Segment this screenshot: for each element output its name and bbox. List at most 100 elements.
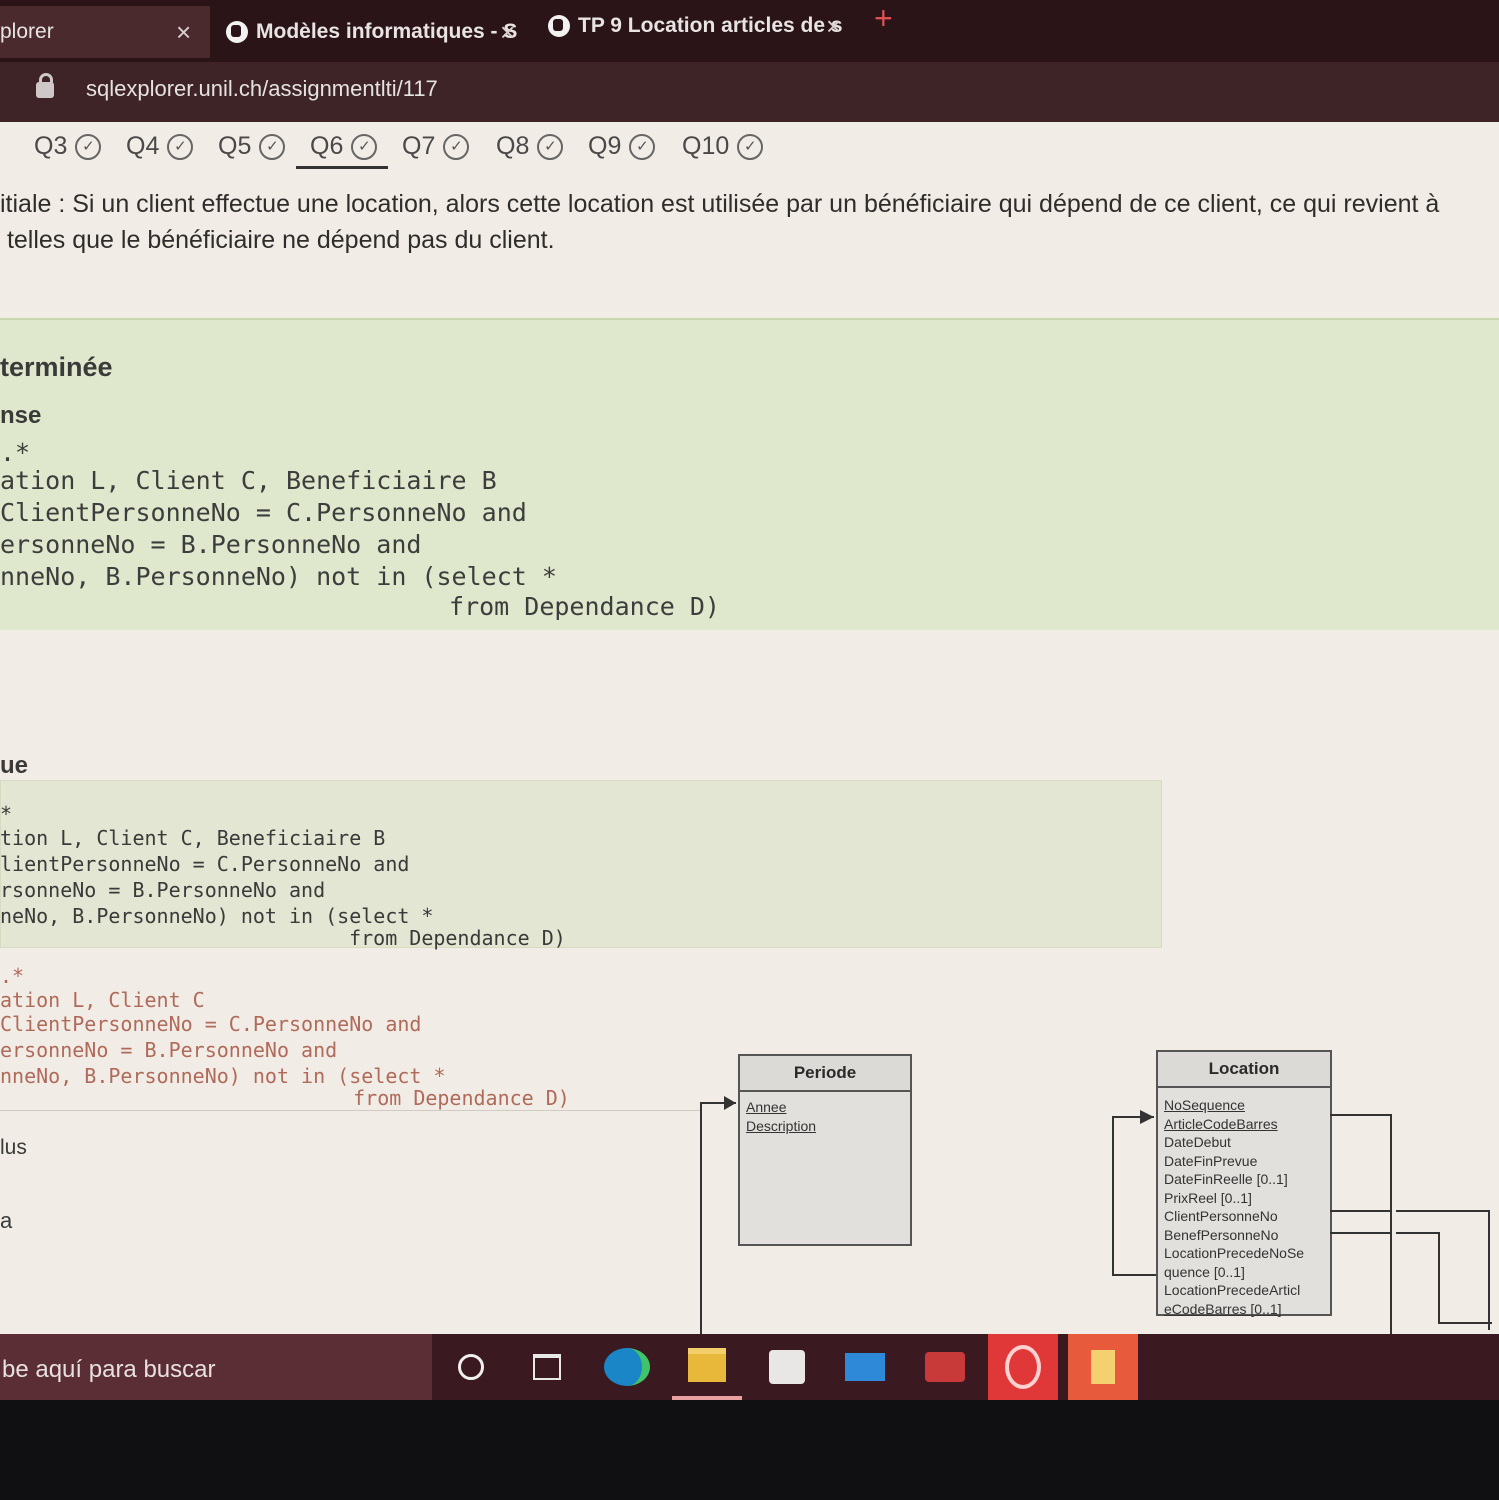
- app-pinned-icon[interactable]: [1068, 1334, 1138, 1400]
- check-icon: ✓: [537, 133, 564, 160]
- divider: [0, 1110, 700, 1111]
- uml-attribute: DateFinReelle [0..1]: [1164, 1171, 1288, 1187]
- check-icon: ✓: [737, 133, 764, 160]
- solution-line: rsonneNo = B.PersonneNo and: [0, 878, 326, 902]
- uml-attribute: Annee: [746, 1099, 787, 1115]
- question-navigation: Q3 ✓ Q4 ✓ Q5 ✓ Q6 ✓ Q7 ✓ Q8 ✓ Q9 ✓ Q10 ✓: [0, 126, 1499, 174]
- globe-icon: [226, 21, 248, 43]
- diff-line: ClientPersonneNo = C.PersonneNo and: [0, 1012, 422, 1036]
- uml-connector: [1488, 1210, 1490, 1330]
- tab-q6[interactable]: Q6 ✓: [310, 132, 378, 161]
- uml-class-title: Location: [1158, 1052, 1330, 1088]
- uml-connector: [1112, 1274, 1156, 1276]
- question-text: itiale : Si un client effectue une locat…: [0, 186, 1499, 258]
- uml-attribute: DateFinPrevue: [1164, 1152, 1258, 1169]
- check-icon: ✓: [75, 133, 102, 160]
- arrow-head-icon: [1140, 1110, 1154, 1124]
- uml-class-periode: Periode Annee Description: [738, 1054, 912, 1246]
- task-view-icon[interactable]: [512, 1334, 582, 1400]
- tab-q9[interactable]: Q9 ✓: [588, 132, 656, 161]
- uml-connector: [1396, 1210, 1490, 1212]
- uml-connector: [1438, 1232, 1440, 1324]
- uml-class-title: Periode: [740, 1056, 910, 1092]
- edge-icon[interactable]: [592, 1334, 662, 1400]
- tab-q3[interactable]: Q3 ✓: [34, 132, 102, 161]
- uml-class-location: Location NoSequence ArticleCodeBarres Da…: [1156, 1050, 1332, 1317]
- status-title: terminée: [0, 352, 113, 382]
- close-tab-icon[interactable]: ×: [176, 17, 191, 48]
- section-label: a: [0, 1208, 13, 1233]
- check-icon: ✓: [167, 133, 194, 160]
- solution-line: neNo, B.PersonneNo) not in (select *: [0, 904, 434, 928]
- uml-attribute: LocationPrecedeNoSe: [1164, 1245, 1305, 1261]
- solution-line: *: [0, 802, 13, 826]
- code-line: ation L, Client C, Beneficiaire B: [0, 466, 497, 495]
- uml-attribute: DateDebut: [1164, 1134, 1231, 1150]
- current-question-indicator: [296, 166, 388, 169]
- diff-line: ersonneNo = B.PersonneNo and: [0, 1038, 338, 1062]
- check-icon: ✓: [443, 133, 470, 160]
- code-line: ersonneNo = B.PersonneNo and: [0, 530, 422, 559]
- tab-sql-explorer[interactable]: plorer ×: [0, 6, 210, 58]
- uml-connector: [1390, 1114, 1392, 1334]
- mail-icon[interactable]: [830, 1334, 900, 1400]
- uml-attribute: NoSequence: [1164, 1097, 1245, 1113]
- arrow-head-icon: [724, 1096, 736, 1110]
- tab-label: Q4: [126, 132, 160, 160]
- url-field[interactable]: sqlexplorer.unil.ch/assignmentlti/117: [86, 76, 438, 102]
- uml-connector: [1438, 1322, 1492, 1324]
- opera-icon[interactable]: [988, 1334, 1058, 1400]
- uml-connector: [700, 1102, 702, 1334]
- globe-icon: [548, 15, 570, 37]
- close-tab-icon[interactable]: ×: [826, 11, 841, 42]
- answer-label: nse: [0, 402, 42, 429]
- uml-connector: [1112, 1116, 1114, 1276]
- tab-title: plorer: [0, 20, 54, 43]
- check-icon: ✓: [351, 133, 378, 160]
- code-line: nneNo, B.PersonneNo) not in (select *: [0, 562, 557, 591]
- uml-attribute: quence [0..1]: [1164, 1263, 1245, 1280]
- tab-q5[interactable]: Q5 ✓: [218, 132, 286, 161]
- file-explorer-icon[interactable]: [672, 1334, 742, 1400]
- tab-label: Q10: [682, 132, 730, 160]
- tab-label: Q5: [218, 132, 252, 160]
- question-line: telles que le bénéficiaire ne dépend pas…: [0, 226, 555, 254]
- tab-label: Q8: [496, 132, 530, 160]
- uml-attribute: ClientPersonneNo: [1164, 1208, 1278, 1224]
- tab-tp9-location[interactable]: TP 9 Location articles de s ×: [548, 0, 858, 52]
- tab-q10[interactable]: Q10 ✓: [682, 132, 764, 161]
- tab-label: Q3: [34, 132, 68, 160]
- tab-title: Modèles informatiques - S: [256, 20, 518, 43]
- tab-label: Q7: [402, 132, 436, 160]
- question-line: itiale : Si un client effectue une locat…: [0, 190, 1440, 218]
- uml-attribute: LocationPrecedeArticl: [1164, 1282, 1301, 1298]
- solution-line: from Dependance D): [36, 926, 566, 950]
- close-tab-icon[interactable]: ×: [500, 17, 515, 48]
- diff-line: from Dependance D): [28, 1086, 570, 1110]
- check-icon: ✓: [629, 133, 656, 160]
- tab-label: Q9: [588, 132, 622, 160]
- tab-q4[interactable]: Q4 ✓: [126, 132, 194, 161]
- uml-connector: [1330, 1232, 1392, 1234]
- code-line: from Dependance D): [148, 592, 720, 621]
- tab-modeles-informatiques[interactable]: Modèles informatiques - S ×: [226, 6, 526, 58]
- app-icon[interactable]: [910, 1334, 980, 1400]
- uml-attribute: eCodeBarres [0..1]: [1164, 1300, 1282, 1317]
- tab-q8[interactable]: Q8 ✓: [496, 132, 564, 161]
- code-line: .*: [0, 438, 31, 467]
- cortana-icon[interactable]: [436, 1334, 506, 1400]
- tab-label: Q6: [310, 132, 344, 160]
- screen-bezel: [0, 1400, 1499, 1500]
- diff-line: ation L, Client C: [0, 988, 205, 1012]
- diff-line: .*: [0, 964, 25, 988]
- store-icon[interactable]: [752, 1334, 822, 1400]
- uml-attribute: BenefPersonneNo: [1164, 1226, 1279, 1243]
- solution-label: ue: [0, 752, 29, 779]
- more-label: lus: [0, 1136, 27, 1159]
- uml-attribute: Description: [746, 1117, 817, 1134]
- tab-q7[interactable]: Q7 ✓: [402, 132, 470, 161]
- uml-attribute: PrixReel [0..1]: [1164, 1189, 1252, 1206]
- new-tab-button[interactable]: +: [874, 0, 893, 37]
- uml-connector: [1330, 1114, 1392, 1116]
- search-placeholder: be aquí para buscar: [2, 1356, 216, 1383]
